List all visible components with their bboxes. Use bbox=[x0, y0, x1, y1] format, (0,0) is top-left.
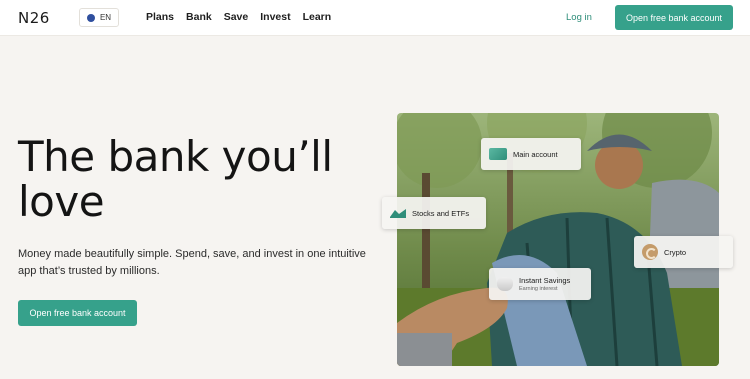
crypto-coin-icon bbox=[642, 244, 658, 260]
stocks-chart-icon bbox=[390, 209, 406, 218]
main-account-card: Main account bbox=[481, 138, 581, 170]
piggy-bank-icon bbox=[497, 277, 513, 291]
login-link[interactable]: Log in bbox=[566, 12, 592, 23]
hero-headline-line2: love bbox=[18, 177, 105, 226]
nav-item-learn[interactable]: Learn bbox=[303, 11, 332, 23]
crypto-label: Crypto bbox=[664, 247, 687, 257]
n26-logo[interactable]: N26 bbox=[18, 9, 50, 27]
globe-icon bbox=[86, 13, 95, 22]
instant-savings-text: Instant Savings Earning interest bbox=[519, 276, 570, 292]
nav-item-save[interactable]: Save bbox=[224, 11, 249, 23]
crypto-card: Crypto bbox=[634, 236, 733, 268]
nav-item-bank[interactable]: Bank bbox=[186, 11, 212, 23]
language-selector[interactable]: EN bbox=[79, 8, 119, 27]
instant-savings-title: Instant Savings bbox=[519, 276, 571, 285]
top-navigation-bar: N26 EN Plans Bank Save Invest Learn Log … bbox=[0, 0, 750, 36]
main-nav: Plans Bank Save Invest Learn bbox=[146, 11, 331, 23]
stocks-label: Stocks and ETFs bbox=[412, 208, 470, 218]
language-label: EN bbox=[99, 13, 112, 22]
hero-headline-line1: The bank you’ll bbox=[18, 132, 333, 181]
hero-open-account-button[interactable]: Open free bank account bbox=[18, 300, 137, 326]
header-open-account-button[interactable]: Open free bank account bbox=[615, 5, 733, 30]
stocks-card: Stocks and ETFs bbox=[382, 197, 486, 229]
hero-subtitle: Money made beautifully simple. Spend, sa… bbox=[18, 248, 366, 277]
main-account-label: Main account bbox=[513, 149, 558, 159]
hero-headline: The bank you’ll love bbox=[18, 134, 378, 224]
nav-item-invest[interactable]: Invest bbox=[260, 11, 290, 23]
instant-savings-subtitle: Earning interest bbox=[519, 286, 558, 292]
wallet-icon bbox=[489, 148, 507, 160]
nav-item-plans[interactable]: Plans bbox=[146, 11, 174, 23]
instant-savings-card: Instant Savings Earning interest bbox=[489, 268, 591, 300]
